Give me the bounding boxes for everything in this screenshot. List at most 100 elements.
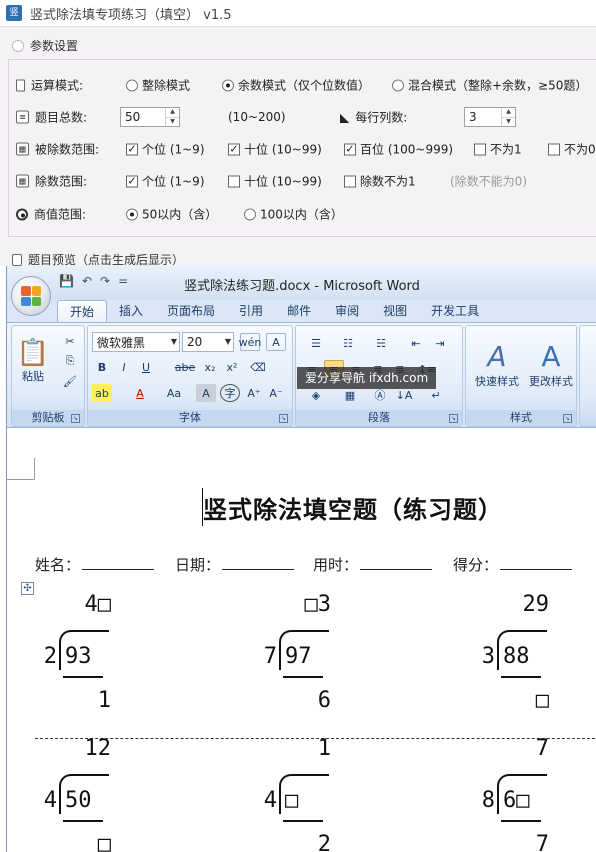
op-mode-option-2-label: 混合模式（整除+余数，≥50题）	[408, 78, 588, 93]
font-name-select[interactable]: 微软雅黑 ▼	[92, 332, 180, 352]
clear-format-icon[interactable]: ⌫	[248, 358, 268, 376]
copy-icon[interactable]: ⎘	[60, 352, 80, 370]
quick-styles-button[interactable]: A 快速样式	[470, 330, 524, 398]
per-row-up-icon[interactable]: ▲	[502, 108, 515, 117]
paste-button[interactable]: 📋 粘贴	[16, 330, 50, 392]
dividend-option-3[interactable]: 不为1	[474, 141, 522, 158]
op-mode-option-1[interactable]: 余数模式（仅个位数值）	[222, 77, 370, 94]
name-blank[interactable]	[82, 554, 155, 570]
dividend-check-1[interactable]: ✓	[228, 143, 240, 155]
font-size-select[interactable]: 20 ▼	[182, 332, 234, 352]
params-group-label: 参数设置	[30, 39, 79, 53]
office-logo-icon	[21, 286, 41, 306]
remainder: 7	[535, 832, 549, 852]
divisor-option-2[interactable]: 除数不为1	[344, 173, 416, 190]
character-shading-button[interactable]: A	[196, 384, 216, 402]
tab-insert[interactable]: 插入	[107, 300, 155, 322]
count-down-icon[interactable]: ▼	[166, 116, 179, 127]
paragraph-launcher-icon[interactable]: ↘	[449, 414, 458, 423]
date-blank[interactable]	[222, 554, 295, 570]
divisor-label: 除数范围:	[35, 174, 88, 189]
op-mode-option-0[interactable]: 整除模式	[126, 77, 190, 94]
superscript-button[interactable]: x²	[222, 358, 242, 376]
dividend-label: 被除数范围:	[35, 142, 100, 157]
clipboard-group: 📋 粘贴 ✂ ⎘ 🖌 剪贴板 ↘	[11, 325, 85, 427]
phonetic-guide-icon[interactable]: wén	[239, 333, 261, 351]
dividend-option-1[interactable]: ✓ 十位 (10~99)	[228, 141, 322, 158]
count-value[interactable]: 50	[121, 110, 165, 124]
score-blank[interactable]	[500, 554, 573, 570]
change-styles-button[interactable]: A 更改样式	[524, 330, 578, 398]
grow-font-button[interactable]: A⁺	[244, 384, 264, 402]
decrease-indent-icon[interactable]: ⇤	[406, 334, 426, 352]
tab-review[interactable]: 审阅	[323, 300, 371, 322]
op-mode-radio-1[interactable]	[222, 79, 234, 91]
op-mode-option-2[interactable]: 混合模式（整除+余数，≥50题）	[392, 77, 587, 94]
count-up-icon[interactable]: ▲	[166, 108, 179, 117]
time-blank[interactable]	[360, 554, 433, 570]
quotient-radio-1[interactable]	[244, 208, 256, 220]
font-color-icon[interactable]: A	[130, 384, 150, 402]
tab-references[interactable]: 引用	[227, 300, 275, 322]
dividend-check-2[interactable]: ✓	[344, 143, 356, 155]
count-spinner[interactable]: 50 ▲ ▼	[120, 107, 180, 127]
divisor-note: (除数不能为0)	[450, 173, 527, 190]
underline-button[interactable]: U	[136, 358, 156, 376]
dividend: 50	[65, 788, 92, 813]
document-page[interactable]: 竖式除法填空题（练习题） 姓名： 日期： 用时： 得分： ✣ 4□ 2 93 1	[7, 428, 596, 852]
op-mode-radio-0[interactable]	[126, 79, 138, 91]
divisor-option-2-label: 除数不为1	[360, 174, 416, 189]
quotient-option-0[interactable]: 50以内（含）	[126, 206, 217, 223]
numbering-icon[interactable]: ☷	[334, 334, 362, 352]
per-row-spinner[interactable]: 3 ▲ ▼	[464, 107, 516, 127]
cut-icon[interactable]: ✂	[60, 332, 80, 350]
dividend: 93	[65, 644, 92, 669]
bold-button[interactable]: B	[92, 358, 112, 376]
office-button[interactable]	[11, 276, 51, 316]
tab-page-layout[interactable]: 页面布局	[155, 300, 227, 322]
tab-mailings[interactable]: 邮件	[275, 300, 323, 322]
dividend-option-0[interactable]: ✓ 个位 (1~9)	[126, 141, 205, 158]
tab-developer[interactable]: 开发工具	[419, 300, 491, 322]
format-painter-icon[interactable]: 🖌	[60, 372, 80, 390]
dividend-check-0[interactable]: ✓	[126, 143, 138, 155]
quick-styles-label: 快速样式	[475, 374, 519, 388]
highlight-icon[interactable]: ab	[92, 384, 112, 402]
dividend-check-3[interactable]	[474, 143, 486, 155]
change-case-button[interactable]: Aa	[160, 384, 188, 402]
tab-home[interactable]: 开始	[57, 300, 108, 322]
divisor-option-0[interactable]: ✓ 个位 (1~9)	[126, 173, 205, 190]
font-size-value: 20	[187, 335, 203, 349]
bullets-icon[interactable]: ☰	[302, 334, 330, 352]
app-title: 竖式除法填专项练习（填空） v1.5	[30, 7, 232, 23]
quotient-option-1[interactable]: 100以内（含）	[244, 206, 343, 223]
divisor-check-1[interactable]	[228, 175, 240, 187]
strikethrough-button[interactable]: abe	[172, 358, 198, 376]
clipboard-launcher-icon[interactable]: ↘	[71, 414, 80, 423]
quotient: 7	[535, 736, 549, 761]
quotient-radio-0[interactable]	[126, 208, 138, 220]
styles-launcher-icon[interactable]: ↘	[563, 414, 572, 423]
info-score: 得分：	[453, 554, 573, 575]
per-row-value[interactable]: 3	[465, 110, 501, 124]
enclose-characters-button[interactable]: 字	[220, 384, 240, 402]
italic-button[interactable]: I	[114, 358, 134, 376]
op-mode-row: 运算模式: 整除模式 余数模式（仅个位数值） 混合模式（整除+余数，≥50题）	[16, 73, 596, 97]
increase-indent-icon[interactable]: ⇥	[430, 334, 450, 352]
dividend-option-4[interactable]: 不为0	[548, 141, 596, 158]
subscript-button[interactable]: x₂	[200, 358, 220, 376]
styles-group-label: 样式	[466, 410, 576, 426]
shrink-font-button[interactable]: A⁻	[266, 384, 286, 402]
tab-view[interactable]: 视图	[371, 300, 419, 322]
font-launcher-icon[interactable]: ↘	[279, 414, 288, 423]
character-border-icon[interactable]: A	[266, 333, 286, 351]
dividend-option-2[interactable]: ✓ 百位 (100~999)	[344, 141, 453, 158]
paragraph-group-label: 段落	[296, 410, 462, 426]
dividend-check-4[interactable]	[548, 143, 560, 155]
per-row-down-icon[interactable]: ▼	[502, 116, 515, 127]
multilevel-list-icon[interactable]: ☵	[366, 334, 396, 352]
divisor-check-2[interactable]	[344, 175, 356, 187]
op-mode-radio-2[interactable]	[392, 79, 404, 91]
divisor-option-1[interactable]: 十位 (10~99)	[228, 173, 322, 190]
divisor-check-0[interactable]: ✓	[126, 175, 138, 187]
